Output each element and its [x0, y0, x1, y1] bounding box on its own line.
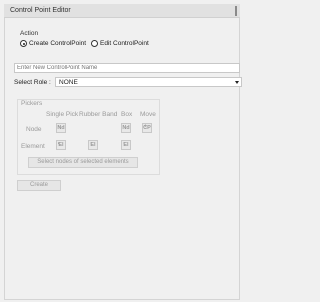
col-rubber-band: Rubber Band	[79, 111, 118, 118]
element-rubber-band-button[interactable]: ◌ El	[88, 140, 98, 150]
resize-grip-icon[interactable]	[235, 6, 237, 16]
pickers-label: Pickers	[21, 100, 43, 107]
chevron-down-icon	[235, 81, 239, 84]
element-single-pick-button[interactable]: ▸ El	[56, 140, 66, 150]
lasso-icon: ◌	[90, 141, 93, 145]
radio-unselected-icon	[91, 40, 98, 47]
col-box: Box	[121, 111, 133, 118]
select-role-label: Select Role :	[14, 79, 51, 86]
node-box-pick-button[interactable]: ▫ Nd	[121, 123, 131, 133]
create-controlpoint-radio[interactable]: Create ControlPoint	[20, 40, 86, 47]
edit-controlpoint-radio[interactable]: Edit ControlPoint	[91, 40, 149, 47]
edit-controlpoint-label: Edit ControlPoint	[100, 40, 149, 47]
col-single-pick: Single Pick	[46, 111, 79, 118]
controlpoint-name-input[interactable]	[14, 63, 240, 73]
node-single-pick-button[interactable]: ▸ Nd	[56, 123, 66, 133]
title-bar: Control Point Editor	[4, 4, 240, 18]
node-row-label: Node	[26, 126, 42, 133]
select-nodes-of-selected-elements-button[interactable]: Select nodes of selected elements	[28, 157, 138, 168]
role-dropdown[interactable]: NONE	[55, 77, 242, 87]
col-move: Move	[140, 111, 156, 118]
create-button[interactable]: Create	[17, 180, 61, 191]
create-controlpoint-label: Create ControlPoint	[29, 40, 87, 47]
controlpoint-move-button[interactable]: ✥ CP	[142, 123, 152, 133]
element-row-label: Element	[21, 143, 45, 150]
action-label: Action	[20, 30, 39, 37]
window-title: Control Point Editor	[10, 7, 71, 14]
role-selected-value: NONE	[59, 79, 78, 86]
cursor-icon: ▸	[58, 141, 60, 145]
move-icon: ✥	[144, 124, 147, 128]
cursor-icon: ▸	[58, 124, 60, 128]
box-select-icon: ▫	[123, 141, 125, 145]
radio-selected-icon	[20, 40, 27, 47]
element-box-pick-button[interactable]: ▫ El	[121, 140, 131, 150]
box-select-icon: ▫	[123, 124, 125, 128]
